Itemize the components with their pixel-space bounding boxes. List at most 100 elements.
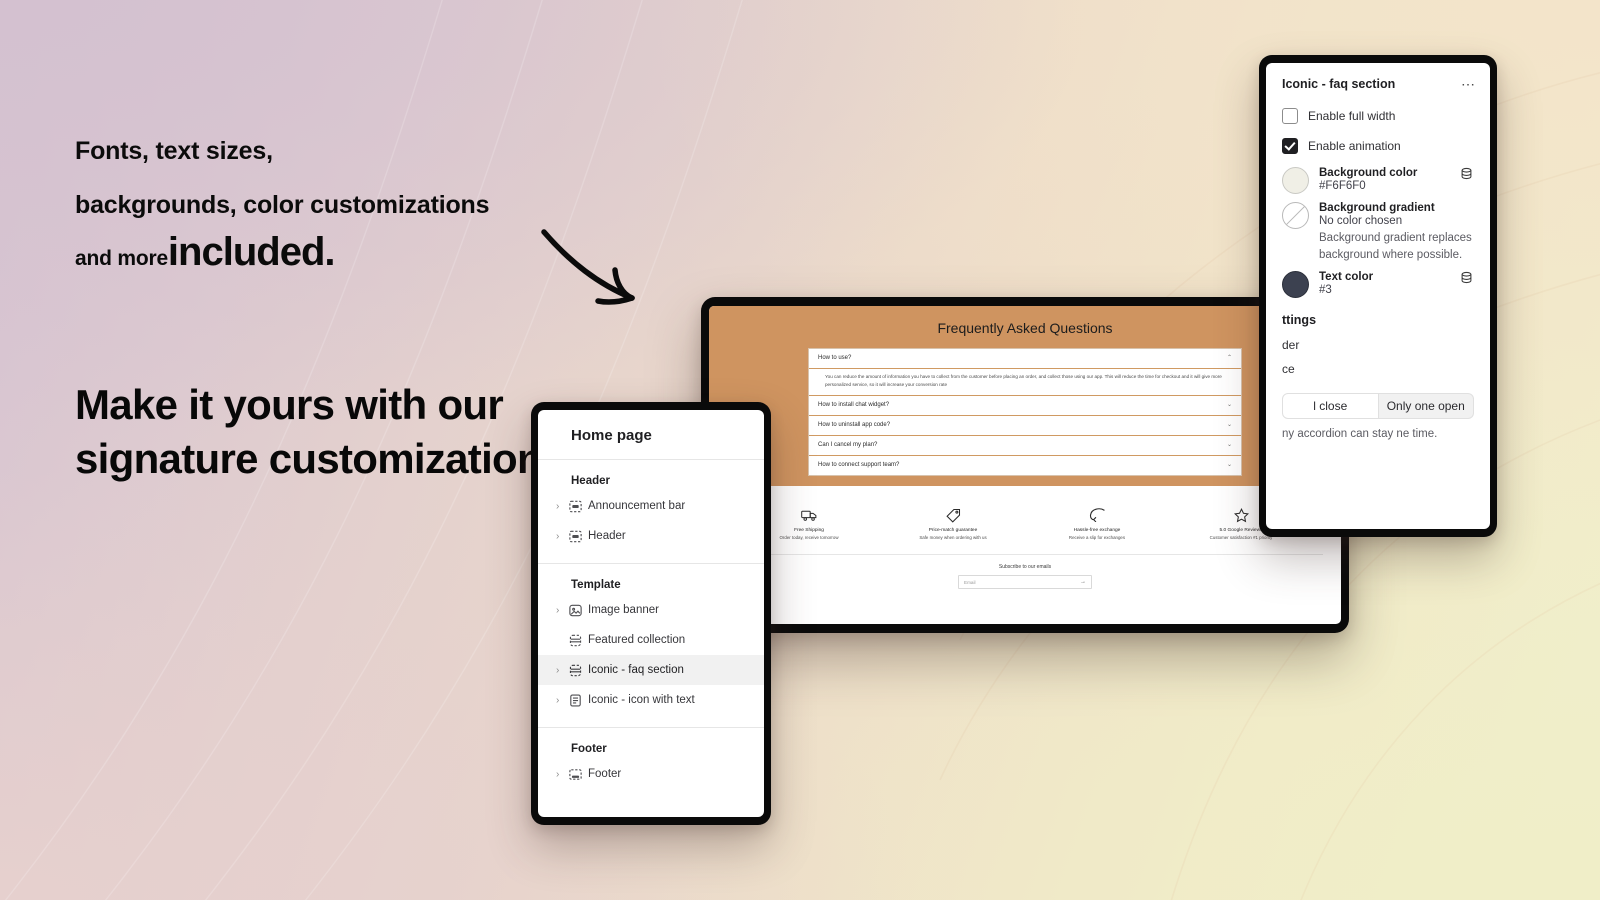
chevron-right-icon[interactable]: ›	[556, 605, 568, 616]
icon-with-text-sub: Receive a slip for exchanges	[1068, 535, 1126, 541]
checkbox-row-enable-full-width[interactable]: Enable full width	[1266, 101, 1490, 131]
faq-title: Frequently Asked Questions	[937, 320, 1113, 336]
sidebar-item-footer[interactable]: › Footer	[538, 759, 764, 789]
chevron-down-icon: ⌄	[1226, 422, 1232, 429]
color-setting-value: #3	[1319, 284, 1332, 297]
arrow-right-icon[interactable]: →	[1080, 579, 1086, 585]
image-icon	[568, 603, 588, 618]
newsletter-section: Subscribe to our emails Email →	[727, 554, 1323, 601]
faq-row[interactable]: How to uninstall app code? ⌄	[809, 416, 1241, 437]
sections-panel: Home page Header › Announcement bar › He…	[538, 410, 764, 817]
sidebar-item-label: Iconic - faq section	[588, 664, 684, 676]
sidebar-item-label: Footer	[588, 768, 622, 780]
color-swatch[interactable]	[1282, 167, 1309, 194]
section-block-icon	[568, 499, 588, 514]
icon-with-text-column: Hassle-free exchange Receive a slip for …	[1025, 506, 1169, 540]
segmented-help-text: ny accordion can stay ne time.	[1282, 428, 1438, 441]
faq-question: How to use?	[818, 355, 852, 361]
sidebar-item-iconic-faq-section[interactable]: › Iconic - faq section	[538, 655, 764, 685]
chevron-up-icon: ⌃	[1226, 355, 1232, 361]
faq-question: How to connect support team?	[818, 462, 900, 469]
faq-row[interactable]: How to connect support team? ⌄	[809, 456, 1241, 475]
color-setting-help: Background gradient replaces background …	[1319, 232, 1472, 261]
sidebar-item-image-banner[interactable]: › Image banner	[538, 595, 764, 625]
icon-with-text-section: Free Shipping Order today, receive tomor…	[709, 486, 1341, 547]
checkbox-enable-full-width[interactable]	[1282, 108, 1298, 124]
sidebar-item-header[interactable]: › Header	[538, 521, 764, 551]
preview-device-frame: Frequently Asked Questions How to use? ⌃…	[701, 297, 1349, 633]
chevron-down-icon: ⌄	[1226, 402, 1232, 409]
faq-answer: You can reduce the amount of information…	[809, 369, 1241, 397]
settings-line[interactable]: der	[1266, 333, 1490, 357]
ellipsis-icon[interactable]: ⋯	[1461, 77, 1476, 91]
faq-row[interactable]: How to use? ⌃	[809, 349, 1241, 369]
checkbox-enable-animation[interactable]	[1282, 138, 1298, 154]
section-block-icon	[568, 529, 588, 544]
faq-accordion-list: How to use? ⌃ You can reduce the amount …	[808, 348, 1242, 477]
settings-panel: Iconic - faq section ⋯ Enable full width…	[1266, 63, 1490, 529]
group-label-template: Template	[571, 579, 621, 591]
chevron-right-icon[interactable]: ›	[556, 501, 568, 512]
faq-question: How to uninstall app code?	[818, 422, 891, 429]
faq-row[interactable]: Can I cancel my plan? ⌄	[809, 436, 1241, 457]
settings-subheading: ttings	[1282, 313, 1317, 328]
segment-only-one-open[interactable]: Only one open	[1378, 393, 1474, 420]
checkbox-row-enable-animation[interactable]: Enable animation	[1266, 131, 1490, 161]
page-title: Home page	[571, 427, 652, 444]
newsletter-form[interactable]: Email →	[958, 575, 1092, 590]
icon-with-text-heading: Price-match guarantee	[928, 528, 978, 534]
faq-row[interactable]: How to install chat widget? ⌄	[809, 396, 1241, 417]
newsletter-heading: Subscribe to our emails	[998, 564, 1052, 571]
chevron-right-icon[interactable]: ›	[556, 531, 568, 542]
color-setting-body: Text color #3	[1319, 271, 1454, 298]
footer-icon	[568, 767, 588, 782]
color-setting-title: Text color	[1319, 271, 1374, 284]
color-setting-background-gradient[interactable]: Background gradient No color chosen Back…	[1266, 196, 1490, 265]
color-setting-background-color[interactable]: Background color #F6F6F0	[1266, 161, 1490, 196]
color-setting-value: No color chosen	[1319, 215, 1403, 227]
promo-line-2: backgrounds, color customizations	[75, 190, 490, 219]
sidebar-item-label: Iconic - icon with text	[588, 694, 695, 706]
segmented-control[interactable]: l close Only one open	[1282, 393, 1474, 420]
faq-question: How to install chat widget?	[818, 402, 890, 409]
sections-panel-frame: Home page Header › Announcement bar › He…	[531, 402, 771, 825]
sidebar-item-featured-collection[interactable]: Featured collection	[538, 625, 764, 655]
preview-screen: Frequently Asked Questions How to use? ⌃…	[709, 306, 1341, 624]
promo-headline: Make it yours with our signature customi…	[75, 381, 576, 482]
sidebar-item-label: Announcement bar	[588, 500, 686, 512]
settings-panel-frame: Iconic - faq section ⋯ Enable full width…	[1259, 55, 1497, 537]
chevron-right-icon[interactable]: ›	[556, 695, 568, 706]
sidebar-item-announcement-bar[interactable]: › Announcement bar	[538, 491, 764, 521]
icon-with-text-heading: Hassle-free exchange	[1073, 528, 1121, 534]
settings-line[interactable]: ce	[1266, 357, 1490, 381]
price-tag-icon	[881, 506, 1025, 524]
color-setting-title: Background gradient	[1319, 202, 1435, 214]
sidebar-item-label: Image banner	[588, 604, 659, 616]
checkbox-label: Enable full width	[1308, 109, 1396, 123]
faq-section: Frequently Asked Questions How to use? ⌃…	[709, 306, 1341, 487]
color-setting-text-color[interactable]: Text color #3	[1266, 265, 1490, 300]
icon-with-text-column: Price-match guarantee Safe money when or…	[881, 506, 1025, 540]
email-input[interactable]: Email	[964, 580, 1080, 585]
color-swatch-none[interactable]	[1282, 202, 1309, 229]
segment-all-close[interactable]: l close	[1282, 393, 1379, 420]
checkbox-label: Enable animation	[1308, 139, 1401, 153]
color-swatch[interactable]	[1282, 271, 1309, 299]
promo-line-3-big: included.	[167, 230, 336, 274]
collection-icon	[568, 633, 588, 648]
color-setting-value: #F6F6F0	[1319, 180, 1366, 192]
sidebar-item-label: Featured collection	[588, 634, 686, 646]
icon-with-text-sub: Safe money when ordering with us	[919, 535, 987, 541]
text-block-icon	[568, 693, 588, 708]
faq-question: Can I cancel my plan?	[818, 442, 878, 449]
curved-arrow-down-right-icon	[536, 222, 646, 317]
chevron-right-icon[interactable]: ›	[556, 665, 568, 676]
color-library-icon[interactable]	[1460, 167, 1474, 194]
chevron-down-icon: ⌄	[1226, 442, 1232, 449]
chevron-right-icon[interactable]: ›	[556, 769, 568, 780]
collection-icon	[568, 663, 588, 678]
sidebar-item-iconic-icon-with-text[interactable]: › Iconic - icon with text	[538, 685, 764, 715]
color-library-icon[interactable]	[1460, 271, 1474, 298]
color-setting-body: Background gradient No color chosen Back…	[1319, 202, 1474, 263]
